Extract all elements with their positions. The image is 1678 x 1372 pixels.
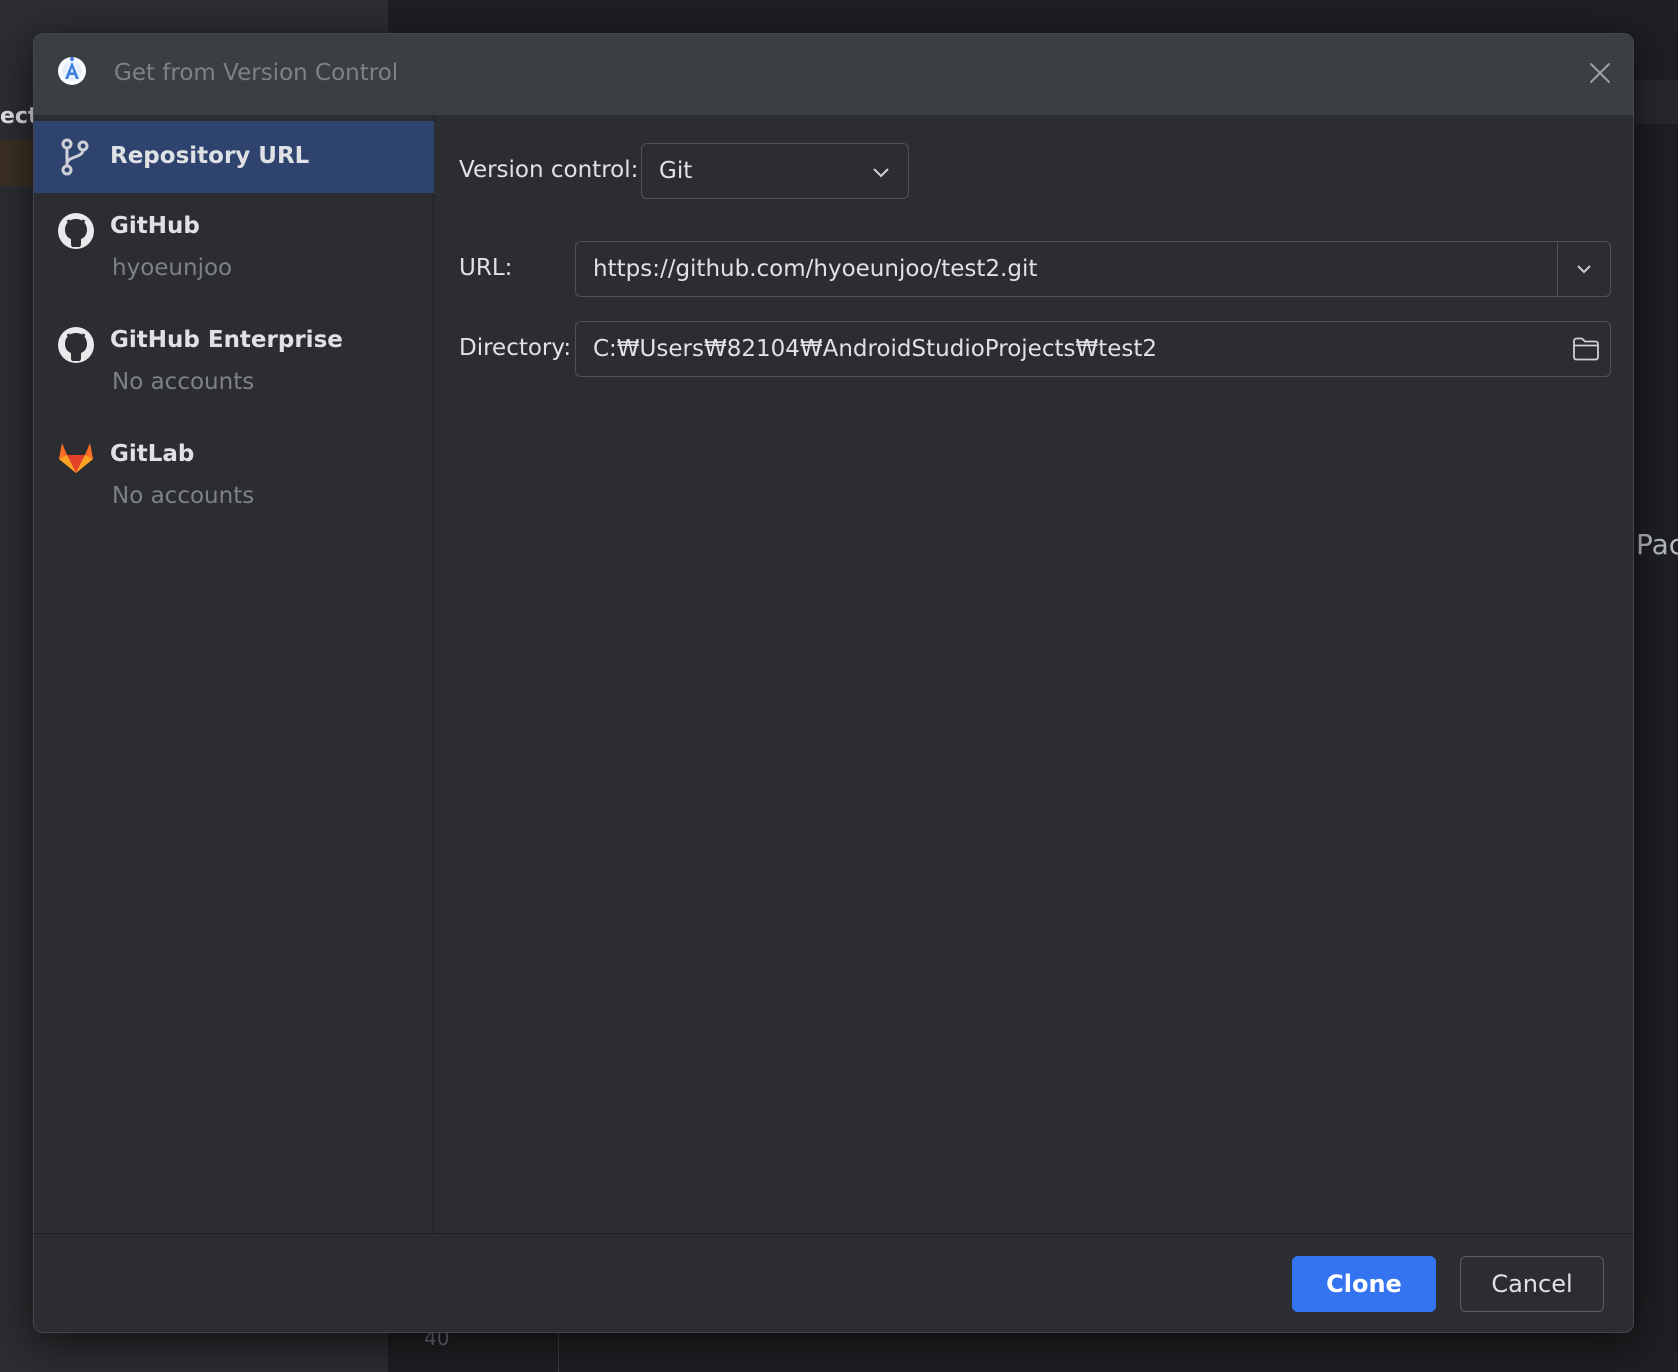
sidebar-item-github-enterprise[interactable]: GitHub Enterprise No accounts	[34, 313, 434, 413]
get-from-vcs-dialog: Get from Version Control Repository URL …	[33, 33, 1634, 1333]
gitlab-icon	[59, 443, 93, 473]
dialog-footer: Clone Cancel	[34, 1233, 1633, 1332]
chevron-down-icon	[873, 168, 889, 178]
github-icon	[58, 213, 94, 249]
close-icon	[1590, 63, 1610, 83]
sidebar-item-gitlab[interactable]: GitLab No accounts	[34, 427, 434, 527]
directory-input[interactable]	[577, 323, 1557, 375]
version-control-label: Version control:	[459, 157, 639, 183]
ide-editor-text-fragment: Pac	[1636, 528, 1678, 561]
sidebar-item-repository-url[interactable]: Repository URL	[34, 121, 434, 193]
version-control-select[interactable]: Git	[641, 143, 909, 199]
sidebar-item-account: hyoeunjoo	[112, 255, 233, 281]
sidebar-item-label: Repository URL	[110, 143, 310, 169]
sidebar-item-github[interactable]: GitHub hyoeunjoo	[34, 199, 434, 299]
dialog-title: Get from Version Control	[114, 60, 399, 86]
github-icon	[58, 327, 94, 363]
android-studio-icon	[58, 57, 86, 85]
directory-field	[575, 321, 1611, 377]
cancel-button[interactable]: Cancel	[1460, 1256, 1604, 1312]
url-history-button[interactable]	[1558, 242, 1610, 296]
ide-gutter-line	[558, 1330, 559, 1372]
chevron-down-icon	[1577, 265, 1591, 274]
sidebar-item-account: No accounts	[112, 483, 255, 509]
branch-icon	[61, 138, 89, 176]
url-label: URL:	[459, 255, 513, 281]
url-input[interactable]	[577, 243, 1557, 295]
version-control-value: Git	[659, 158, 693, 184]
close-button[interactable]	[1585, 58, 1615, 88]
clone-form: Version control: Git URL: Directory:	[435, 115, 1633, 1233]
dialog-titlebar: Get from Version Control	[34, 34, 1633, 115]
browse-folder-button[interactable]	[1558, 322, 1610, 376]
sidebar-item-account: No accounts	[112, 369, 255, 395]
ide-selection-strip	[0, 140, 32, 186]
url-field	[575, 241, 1611, 297]
sidebar-item-label: GitHub Enterprise	[110, 327, 343, 353]
sidebar-item-label: GitHub	[110, 213, 200, 239]
sidebar-item-label: GitLab	[110, 441, 195, 467]
vcs-source-sidebar: Repository URL GitHub hyoeunjoo GitHub E…	[34, 115, 434, 1233]
folder-icon	[1573, 337, 1599, 361]
ide-editor-band	[1632, 80, 1678, 124]
directory-label: Directory:	[459, 335, 572, 361]
clone-button[interactable]: Clone	[1292, 1256, 1436, 1312]
